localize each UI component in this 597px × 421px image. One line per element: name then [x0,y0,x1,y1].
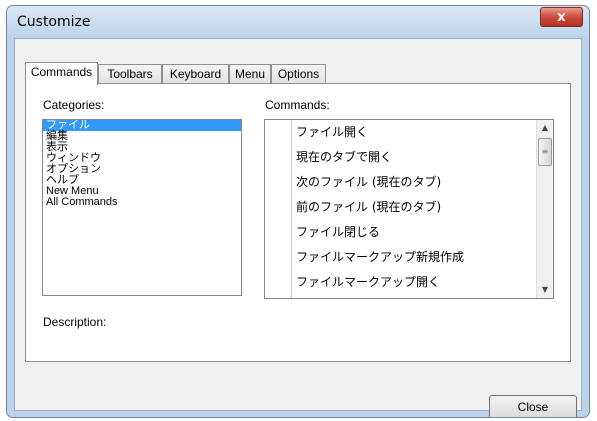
command-item[interactable]: ファイル閉じる [292,220,536,245]
command-item[interactable]: 現在のタブで開く [292,145,536,170]
tab-menu[interactable]: Menu [229,64,271,84]
command-item[interactable]: ファイルマークアップ新規作成 [292,245,536,270]
tab-keyboard[interactable]: Keyboard [162,64,229,84]
description-label: Description: [43,315,107,329]
chevron-down-icon[interactable]: ▼ [537,282,553,298]
tab-commands[interactable]: Commands [25,62,98,85]
commands-tab-panel: Categories: ファイル 編集 表示 ウィンドウ オプション ヘルプ N… [25,83,571,362]
scrollbar-thumb[interactable]: ≡ [538,138,552,166]
categories-list[interactable]: ファイル 編集 表示 ウィンドウ オプション ヘルプ New Menu All … [42,119,242,296]
category-item[interactable]: All Commands [43,197,241,208]
category-item[interactable]: ファイル [43,120,241,131]
command-item[interactable]: 前のファイル (現在のタブ) [292,195,536,220]
close-icon: x [557,10,566,25]
tab-options[interactable]: Options [271,64,326,84]
commands-rows: ファイル開く 現在のタブで開く 次のファイル (現在のタブ) 前のファイル (現… [292,120,536,295]
commands-label: Commands: [265,98,330,112]
command-item[interactable]: ファイル開く [292,120,536,145]
category-item[interactable]: 編集 [43,131,241,142]
command-item[interactable]: ファイルマークアップ開く [292,270,536,295]
chevron-up-icon[interactable]: ▲ [537,120,553,136]
close-button[interactable]: Close [489,395,577,417]
commands-list[interactable]: ファイル開く 現在のタブで開く 次のファイル (現在のタブ) 前のファイル (現… [264,119,554,299]
command-item[interactable]: 次のファイル (現在のタブ) [292,170,536,195]
close-window-button[interactable]: x [540,7,583,27]
commands-icon-gutter [265,120,292,298]
title-bar[interactable]: Customize x [7,6,589,38]
customize-window: Customize x Commands Toolbars Keyboard M… [6,5,590,418]
tab-toolbars[interactable]: Toolbars [98,64,162,84]
categories-label: Categories: [43,98,105,112]
window-title: Customize [17,14,91,30]
dialog-body: Commands Toolbars Keyboard Menu Options … [14,38,582,417]
commands-scrollbar[interactable]: ▲ ≡ ▼ [536,120,553,298]
